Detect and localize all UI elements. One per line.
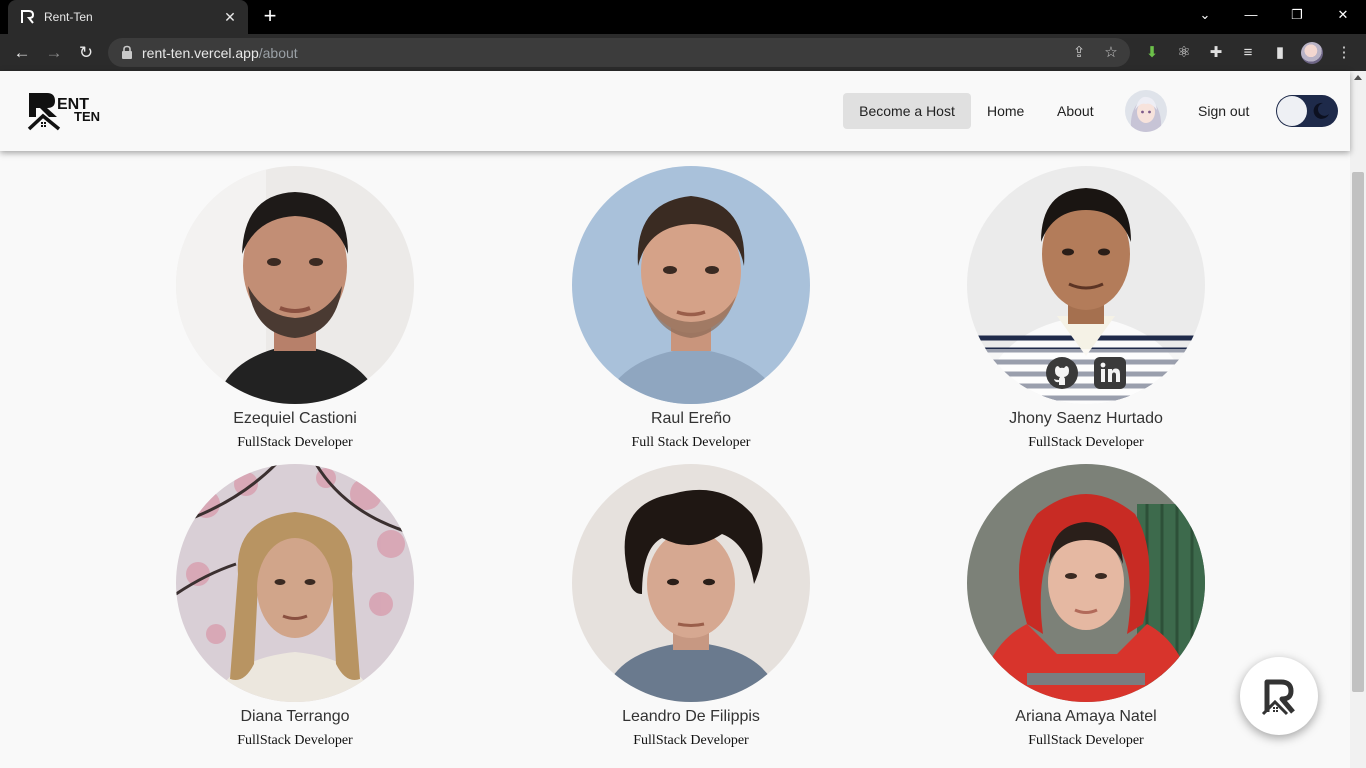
nav-home-link[interactable]: Home	[987, 93, 1024, 129]
forward-icon[interactable]: →	[42, 41, 66, 65]
team-member-card: Ezequiel Castioni FullStack Developer	[145, 166, 445, 452]
nav-about-link[interactable]: About	[1057, 93, 1094, 129]
sign-out-button[interactable]: Sign out	[1198, 93, 1249, 129]
member-role: FullStack Developer	[633, 733, 749, 748]
team-member-card: Ariana Amaya Natel FullStack Developer	[936, 464, 1236, 750]
browser-toolbar: ← → ↻ rent-ten.vercel.app/about ⇪ ☆ ⬇ ⚛ …	[0, 34, 1366, 71]
side-panel-icon[interactable]: ▮	[1270, 43, 1290, 63]
lock-icon	[122, 45, 132, 59]
scroll-up-icon[interactable]	[1354, 75, 1362, 80]
linkedin-icon[interactable]	[1094, 357, 1126, 389]
url-text: rent-ten.vercel.app/about	[142, 45, 298, 61]
member-role: FullStack Developer	[1028, 435, 1144, 450]
github-icon[interactable]	[1046, 357, 1078, 389]
dark-mode-toggle[interactable]	[1276, 95, 1338, 127]
about-page: ENT TEN Become a Host Home About Sign ou…	[0, 71, 1350, 768]
browser-menu-icon[interactable]: ⋮	[1334, 43, 1354, 63]
member-social-links	[967, 349, 1205, 404]
share-icon[interactable]: ⇪	[1069, 43, 1089, 63]
site-navbar: ENT TEN Become a Host Home About Sign ou…	[0, 71, 1350, 151]
toggle-knob	[1277, 96, 1307, 126]
member-photo	[572, 464, 810, 702]
team-member-card: Leandro De Filippis FullStack Developer	[541, 464, 841, 750]
tab-search-icon[interactable]: ⌄	[1182, 0, 1228, 30]
browser-profile-avatar[interactable]	[1301, 42, 1323, 64]
extensions-puzzle-icon[interactable]: ✚	[1206, 43, 1226, 63]
scroll-thumb[interactable]	[1352, 172, 1364, 692]
close-tab-icon[interactable]: ✕	[220, 7, 240, 27]
close-window-icon[interactable]: ✕	[1320, 0, 1366, 30]
member-role: FullStack Developer	[237, 435, 353, 450]
browser-tab[interactable]: Rent-Ten ✕	[8, 0, 248, 34]
member-photo	[176, 166, 414, 404]
download-extension-icon[interactable]: ⬇	[1142, 43, 1162, 63]
page-scrollbar[interactable]	[1350, 71, 1366, 768]
member-name: Raul Ereño	[650, 410, 732, 427]
restore-icon[interactable]: ❐	[1274, 0, 1320, 30]
address-bar[interactable]: rent-ten.vercel.app/about ⇪ ☆	[108, 38, 1130, 67]
svg-text:TEN: TEN	[74, 109, 100, 124]
url-domain: rent-ten.vercel.app	[142, 45, 259, 61]
new-tab-button[interactable]: +	[258, 5, 282, 28]
member-role: FullStack Developer	[237, 733, 353, 748]
member-photo	[967, 464, 1205, 702]
team-member-card: Jhony Saenz Hurtado FullStack Developer	[936, 166, 1236, 452]
member-role: FullStack Developer	[1028, 733, 1144, 748]
member-name: Leandro De Filippis	[622, 708, 760, 725]
member-photo	[967, 166, 1205, 404]
member-name: Jhony Saenz Hurtado	[1009, 410, 1163, 427]
back-icon[interactable]: ←	[10, 41, 34, 65]
user-avatar[interactable]	[1125, 90, 1167, 132]
url-path: /about	[258, 45, 298, 61]
rent-ten-logo[interactable]: ENT TEN	[27, 89, 111, 133]
reload-icon[interactable]: ↻	[74, 41, 98, 65]
bookmark-star-icon[interactable]: ☆	[1101, 43, 1121, 63]
member-name: Diana Terrango	[240, 708, 350, 725]
member-photo	[176, 464, 414, 702]
member-photo	[572, 166, 810, 404]
minimize-icon[interactable]: —	[1228, 0, 1274, 30]
logo-mark: ENT TEN	[27, 93, 100, 131]
rent-ten-favicon-icon	[21, 10, 35, 24]
member-name: Ezequiel Castioni	[233, 410, 357, 427]
react-devtools-icon[interactable]: ⚛	[1174, 43, 1194, 63]
member-role: Full Stack Developer	[631, 435, 751, 450]
rent-ten-logo-icon	[1261, 679, 1295, 716]
member-name: Ariana Amaya Natel	[1015, 708, 1157, 725]
become-host-button[interactable]: Become a Host	[843, 93, 971, 129]
browser-tab-strip: Rent-Ten ✕ + ⌄ — ❐ ✕	[0, 0, 1366, 34]
floating-chat-button[interactable]	[1240, 657, 1318, 735]
reading-list-icon[interactable]: ≡	[1238, 43, 1258, 63]
team-member-card: Raul Ereño Full Stack Developer	[541, 166, 841, 452]
moon-icon	[1313, 102, 1329, 119]
team-member-card: Diana Terrango FullStack Developer	[145, 464, 445, 750]
tab-title: Rent-Ten	[44, 10, 93, 24]
